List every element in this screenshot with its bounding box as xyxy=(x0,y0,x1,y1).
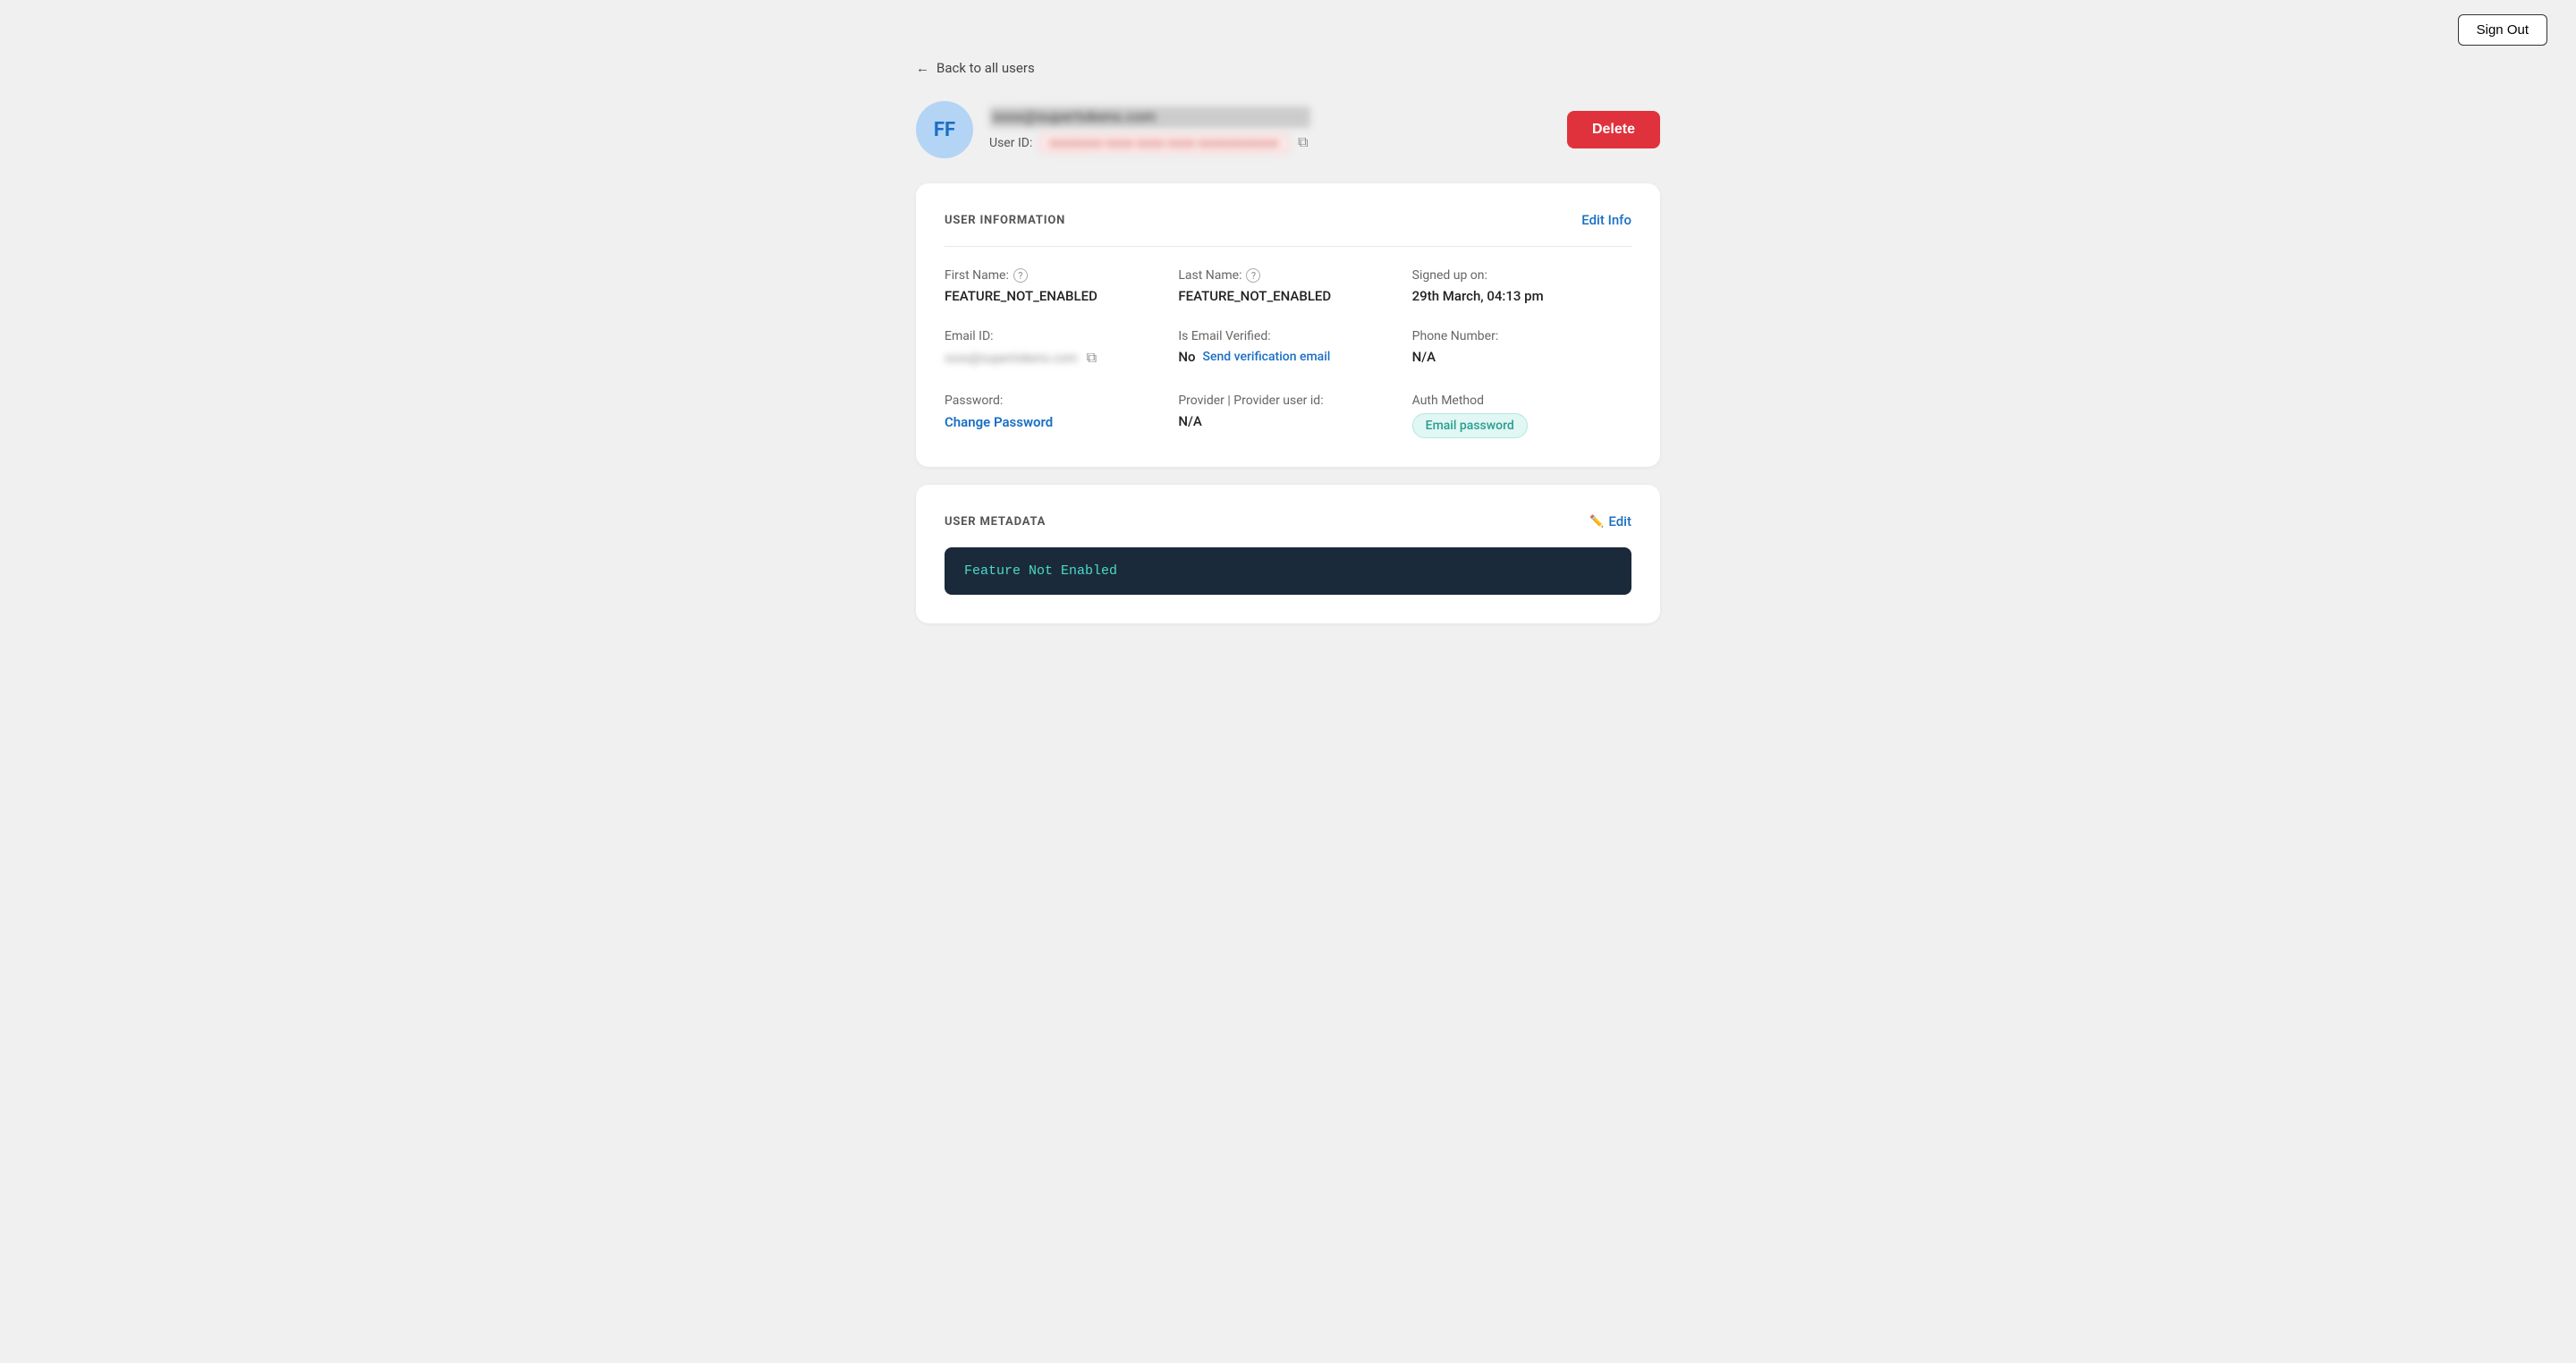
pencil-icon: ✏️ xyxy=(1589,515,1604,529)
email-id-label: Email ID: xyxy=(945,329,1164,343)
sign-out-button[interactable]: Sign Out xyxy=(2458,14,2547,46)
email-verified-value: No xyxy=(1178,349,1195,365)
back-arrow-icon: ← xyxy=(916,60,929,76)
last-name-help-icon[interactable]: ? xyxy=(1246,268,1260,283)
user-header-left: FF xxxx@supertokens.com User ID: xxxxxxx… xyxy=(916,101,1310,158)
user-info-grid: First Name: ? FEATURE_NOT_ENABLED Last N… xyxy=(945,268,1631,438)
back-link[interactable]: ← Back to all users xyxy=(916,60,1660,76)
back-link-label: Back to all users xyxy=(936,60,1035,76)
avatar: FF xyxy=(916,101,973,158)
copy-user-id-button[interactable]: ⧉ xyxy=(1296,133,1309,153)
user-header: FF xxxx@supertokens.com User ID: xxxxxxx… xyxy=(916,101,1660,158)
email-id-field: Email ID: xxxx@supertokens.com ⧉ xyxy=(945,329,1164,368)
user-id-label: User ID: xyxy=(989,136,1032,150)
user-metadata-card-header: USER METADATA ✏️ Edit xyxy=(945,513,1631,529)
user-metadata-card: USER METADATA ✏️ Edit Feature Not Enable… xyxy=(916,485,1660,623)
first-name-value: FEATURE_NOT_ENABLED xyxy=(945,288,1164,304)
metadata-code-block: Feature Not Enabled xyxy=(945,547,1631,595)
email-id-value: xxxx@supertokens.com xyxy=(945,351,1078,366)
first-name-label: First Name: ? xyxy=(945,268,1164,283)
auth-method-label: Auth Method xyxy=(1412,394,1631,408)
provider-field: Provider | Provider user id: N/A xyxy=(1178,394,1397,438)
email-verified-row: No Send verification email xyxy=(1178,349,1397,365)
user-metadata-edit-link[interactable]: ✏️ Edit xyxy=(1589,513,1631,529)
copy-email-button[interactable]: ⧉ xyxy=(1085,349,1098,368)
email-id-row: xxxx@supertokens.com ⧉ xyxy=(945,349,1164,368)
main-container: ← Back to all users FF xxxx@supertokens.… xyxy=(894,60,1682,677)
user-metadata-edit-label: Edit xyxy=(1608,513,1631,529)
send-verification-email-link[interactable]: Send verification email xyxy=(1202,350,1330,364)
change-password-link[interactable]: Change Password xyxy=(945,414,1053,430)
metadata-code-content: Feature Not Enabled xyxy=(964,563,1117,579)
email-verified-label: Is Email Verified: xyxy=(1178,329,1397,343)
top-bar: Sign Out xyxy=(0,0,2576,60)
signed-up-field: Signed up on: 29th March, 04:13 pm xyxy=(1412,268,1631,304)
last-name-value: FEATURE_NOT_ENABLED xyxy=(1178,288,1397,304)
auth-method-badge: Email password xyxy=(1412,413,1528,438)
first-name-help-icon[interactable]: ? xyxy=(1013,268,1028,283)
delete-user-button[interactable]: Delete xyxy=(1567,111,1660,148)
last-name-field: Last Name: ? FEATURE_NOT_ENABLED xyxy=(1178,268,1397,304)
provider-label: Provider | Provider user id: xyxy=(1178,394,1397,408)
phone-number-field: Phone Number: N/A xyxy=(1412,329,1631,368)
user-metadata-title: USER METADATA xyxy=(945,515,1046,529)
user-id-row: User ID: xxxxxxxx-xxxx-xxxx-xxxx-xxxxxxx… xyxy=(989,133,1310,154)
signed-up-label: Signed up on: xyxy=(1412,268,1631,283)
phone-number-value: N/A xyxy=(1412,349,1631,365)
card-divider xyxy=(945,246,1631,247)
signed-up-value: 29th March, 04:13 pm xyxy=(1412,288,1631,304)
auth-method-field: Auth Method Email password xyxy=(1412,394,1631,438)
user-information-title: USER INFORMATION xyxy=(945,214,1065,227)
user-id-value: xxxxxxxx-xxxx-xxxx-xxxx-xxxxxxxxxxxx xyxy=(1039,133,1289,154)
password-label: Password: xyxy=(945,394,1164,408)
provider-value: N/A xyxy=(1178,413,1397,429)
user-information-card: USER INFORMATION Edit Info First Name: ?… xyxy=(916,183,1660,467)
user-info-top: xxxx@supertokens.com User ID: xxxxxxxx-x… xyxy=(989,106,1310,154)
first-name-field: First Name: ? FEATURE_NOT_ENABLED xyxy=(945,268,1164,304)
last-name-label: Last Name: ? xyxy=(1178,268,1397,283)
password-field: Password: Change Password xyxy=(945,394,1164,438)
email-verified-field: Is Email Verified: No Send verification … xyxy=(1178,329,1397,368)
edit-info-link[interactable]: Edit Info xyxy=(1581,212,1631,228)
phone-number-label: Phone Number: xyxy=(1412,329,1631,343)
user-information-card-header: USER INFORMATION Edit Info xyxy=(945,212,1631,228)
user-email: xxxx@supertokens.com xyxy=(989,106,1310,128)
